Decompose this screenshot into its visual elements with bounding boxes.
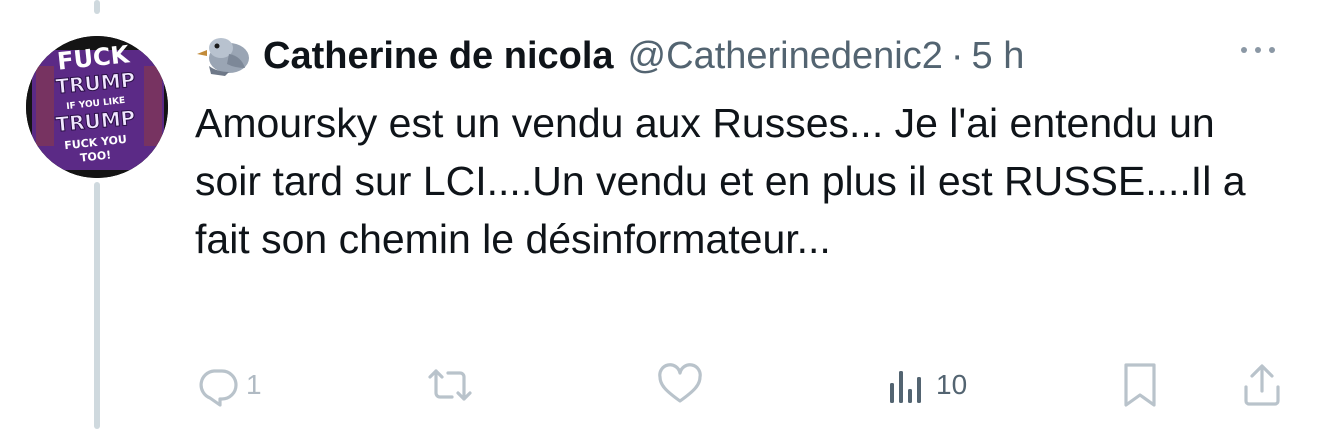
views-button[interactable]: 10 [888, 355, 967, 415]
author-display-name[interactable]: Catherine de nicola [263, 35, 614, 78]
avatar[interactable]: FUCK TRUMP IF YOU LIKE TRUMP FUCK YOU TO… [26, 36, 168, 178]
heart-icon [658, 363, 702, 403]
reply-count: 1 [246, 369, 262, 400]
views-count: 10 [936, 369, 968, 400]
more-options-icon[interactable] [1238, 40, 1278, 60]
share-button[interactable] [1240, 355, 1284, 415]
share-icon [1244, 364, 1280, 406]
like-button[interactable] [656, 355, 710, 415]
tweet-header: Catherine de nicola @Catherinedenic2 · 5… [195, 30, 1024, 82]
bookmark-icon [1124, 363, 1156, 407]
reply-button[interactable]: 1 [196, 355, 262, 415]
thread-line-top [94, 0, 100, 14]
tweet-timestamp[interactable]: 5 h [972, 35, 1025, 78]
avatar-image: FUCK TRUMP IF YOU LIKE TRUMP FUCK YOU TO… [26, 36, 168, 178]
tweet-text: Amoursky est un vendu aux Russes... Je l… [195, 100, 1246, 262]
bird-icon [195, 34, 255, 78]
bookmark-button[interactable] [1120, 355, 1160, 415]
author-handle[interactable]: @Catherinedenic2 [628, 35, 943, 78]
analytics-icon [890, 371, 921, 403]
reply-icon [199, 369, 238, 407]
tweet-actions: 1 10 [0, 355, 1320, 415]
retweet-icon [428, 369, 472, 401]
header-separator: · [950, 34, 964, 77]
retweet-button[interactable] [424, 355, 482, 415]
